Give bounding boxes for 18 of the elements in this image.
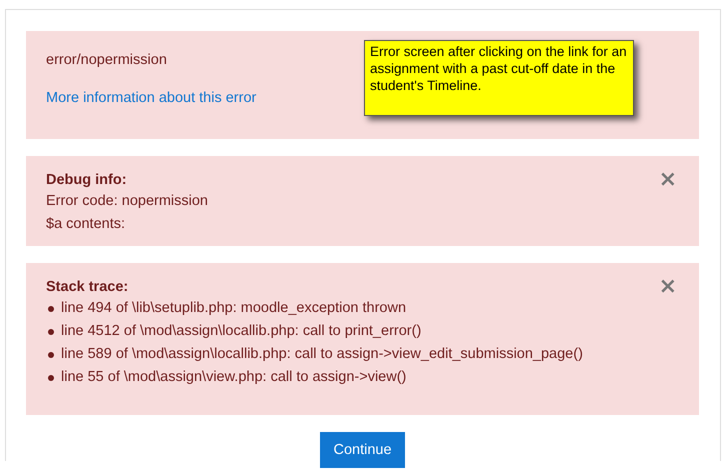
stack-trace-line: line 4512 of \mod\assign\locallib.php: call to print_error() — [61, 322, 422, 341]
bullet-icon — [48, 352, 54, 358]
error-key: error/nopermission — [46, 50, 167, 70]
stack-trace-line: line 55 of \mod\assign\view.php: call to assign->view() — [61, 368, 406, 387]
stack-trace-title: Stack trace: — [46, 278, 130, 297]
stack-trace-line: line 589 of \mod\assign\locallib.php: call to assign->view_edit_submission_page() — [61, 345, 583, 364]
bullet-icon — [48, 328, 54, 334]
debug-line: Error code: nopermission — [46, 192, 208, 211]
close-button[interactable]: × — [658, 170, 677, 190]
bullet-icon — [48, 374, 54, 380]
continue-button[interactable]: Continue — [320, 432, 405, 468]
close-button[interactable]: × — [658, 277, 677, 297]
more-info-link[interactable]: More information about this error — [46, 88, 256, 108]
bullet-icon — [48, 306, 54, 312]
debug-title: Debug info: — [46, 171, 128, 190]
stack-trace-line: line 494 of \lib\setuplib.php: moodle_exception thrown — [61, 299, 406, 318]
annotation-callout: Error screen after clicking on the link for an assignment with a past cut-off date in the student's Timeline. — [364, 40, 634, 116]
debug-line: $a contents: — [46, 215, 126, 234]
